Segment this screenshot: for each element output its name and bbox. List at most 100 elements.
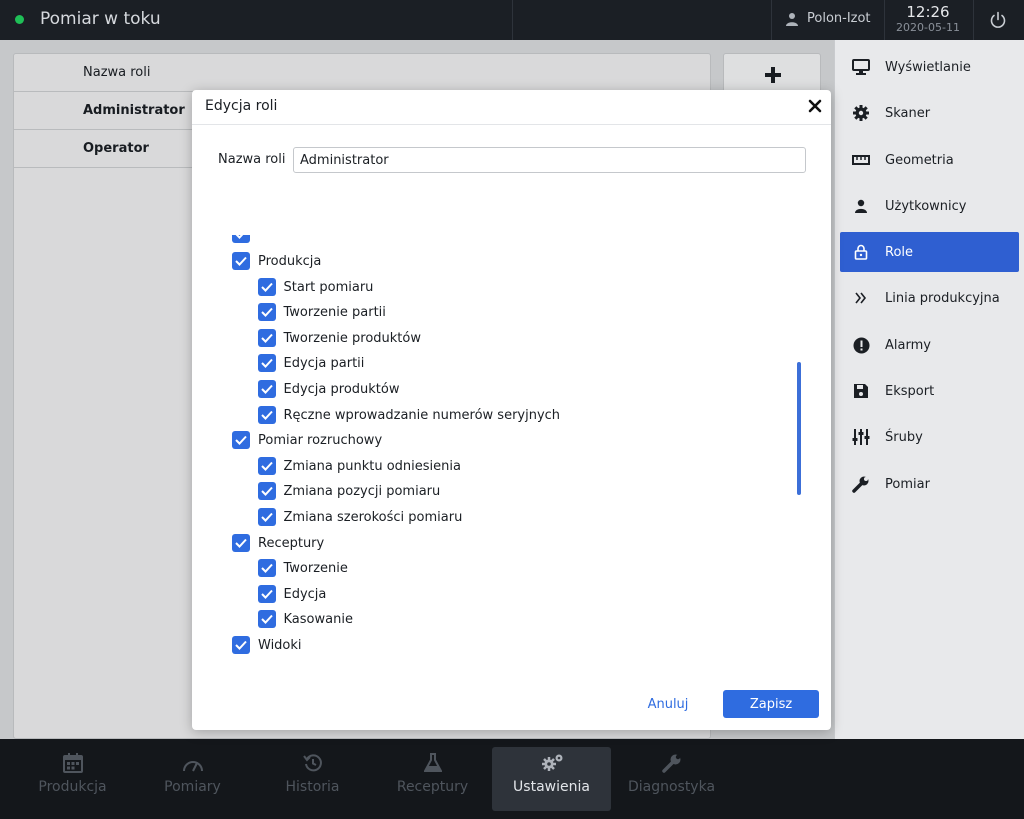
- checkbox-checked-icon[interactable]: [257, 303, 276, 321]
- sidebar-item-uzytkownicy[interactable]: Użytkownicy: [840, 186, 1019, 226]
- current-user[interactable]: Polon-Izot: [785, 11, 871, 26]
- permission-label: Kasowanie: [283, 611, 353, 627]
- permission-item[interactable]: Tworzenie produktów: [257, 328, 421, 348]
- save-button[interactable]: Zapisz: [723, 690, 819, 718]
- permission-item[interactable]: Tworzenie: [257, 558, 348, 578]
- permission-label: Zmiana pozycji pomiaru: [283, 483, 441, 499]
- nav-label: Receptury: [396, 779, 469, 795]
- permission-label: Zmiana punktu odniesienia: [283, 458, 461, 474]
- permission-group[interactable]: Pomiar rozruchowy: [232, 430, 382, 450]
- permission-item[interactable]: Edycja: [257, 584, 327, 604]
- checkbox-checked-icon[interactable]: [257, 482, 276, 500]
- permission-item[interactable]: Edycja partii: [257, 353, 365, 373]
- sidebar-item-skaner[interactable]: Skaner: [840, 93, 1019, 133]
- edit-role-dialog: Edycja roli Nazwa roli Produkcja Start po…: [192, 90, 831, 730]
- sidebar-item-label: Geometria: [885, 152, 954, 168]
- nav-pomiary[interactable]: Pomiary: [133, 747, 252, 811]
- sidebar-item-eksport[interactable]: Eksport: [840, 371, 1019, 411]
- top-bar: Pomiar w toku Polon-Izot 12:26 2020-05-1…: [0, 0, 1024, 40]
- permissions-tree[interactable]: Produkcja Start pomiaru Tworzenie partii Tw…: [232, 235, 802, 665]
- checkbox-checked-icon[interactable]: [257, 278, 276, 296]
- checkbox-checked-icon[interactable]: [257, 508, 276, 526]
- nav-produkcja[interactable]: Produkcja: [13, 747, 132, 811]
- nav-label: Produkcja: [38, 779, 107, 795]
- permission-group[interactable]: Widoki: [232, 635, 302, 655]
- cancel-button[interactable]: Anuluj: [630, 690, 706, 718]
- permission-label: Edycja produktów: [283, 381, 400, 397]
- alert-icon: [852, 336, 870, 354]
- permission-label: Zmiana szerokości pomiaru: [283, 509, 463, 525]
- sidebar-item-label: Skaner: [885, 105, 931, 121]
- nav-ustawienia[interactable]: Ustawienia: [492, 747, 611, 811]
- power-icon[interactable]: [988, 10, 1008, 30]
- nav-diagnostyka[interactable]: Diagnostyka: [612, 747, 731, 811]
- sidebar-item-role[interactable]: Role: [840, 232, 1019, 272]
- settings-sidebar: Wyświetlanie Skaner Geometria Użytkownic…: [834, 40, 1024, 739]
- checkbox-checked-icon[interactable]: [257, 610, 276, 628]
- sidebar-item-wyswietlanie[interactable]: Wyświetlanie: [840, 47, 1019, 87]
- nav-label: Historia: [285, 779, 340, 795]
- permission-item-clipped[interactable]: [232, 235, 250, 244]
- checkbox-checked-icon[interactable]: [257, 457, 276, 475]
- permission-item[interactable]: Start pomiaru: [257, 277, 374, 297]
- checkbox-checked-icon[interactable]: [232, 252, 250, 270]
- permission-item[interactable]: Zmiana pozycji pomiaru: [257, 481, 441, 501]
- checkbox-checked-icon[interactable]: [257, 329, 276, 347]
- bottom-navigation: Produkcja Pomiary Historia Receptury Ust…: [0, 739, 1024, 819]
- permission-label: Ręczne wprowadzanie numerów seryjnych: [283, 407, 561, 423]
- sidebar-item-pomiar[interactable]: Pomiar: [840, 464, 1019, 504]
- scrollbar[interactable]: [797, 362, 801, 495]
- sidebar-item-geometria[interactable]: Geometria: [840, 140, 1019, 180]
- topbar-divider: [771, 0, 772, 40]
- sidebar-item-label: Wyświetlanie: [885, 59, 971, 75]
- permission-group[interactable]: Produkcja: [232, 251, 321, 271]
- checkbox-checked-icon[interactable]: [232, 431, 250, 449]
- permission-label: Edycja: [283, 586, 327, 602]
- checkbox-checked-icon[interactable]: [257, 380, 276, 398]
- save-icon: [852, 382, 870, 400]
- permission-item[interactable]: Zmiana punktu odniesienia: [257, 456, 461, 476]
- sidebar-item-label: Pomiar: [885, 476, 930, 492]
- checkbox-checked-icon[interactable]: [257, 354, 276, 372]
- permission-item[interactable]: Edycja produktów: [257, 379, 400, 399]
- checkbox-checked-icon[interactable]: [257, 559, 276, 577]
- nav-receptury[interactable]: Receptury: [373, 747, 492, 811]
- close-icon[interactable]: [808, 99, 822, 113]
- permission-label: Start pomiaru: [283, 279, 374, 295]
- sidebar-item-alarmy[interactable]: Alarmy: [840, 325, 1019, 365]
- permission-item[interactable]: Tworzenie partii: [257, 302, 386, 322]
- clock: 12:26 2020-05-11: [884, 4, 972, 35]
- flask-icon: [423, 753, 442, 772]
- lock-icon: [852, 243, 870, 261]
- user-icon: [786, 12, 798, 26]
- nav-historia[interactable]: Historia: [253, 747, 372, 811]
- sidebar-item-label: Użytkownicy: [885, 198, 967, 214]
- permission-label: Tworzenie partii: [283, 304, 386, 320]
- permission-label: Tworzenie: [283, 560, 348, 576]
- sidebar-item-label: Linia produkcyjna: [885, 290, 1000, 306]
- sidebar-item-label: Eksport: [885, 383, 935, 399]
- checkbox-checked-icon[interactable]: [257, 406, 276, 424]
- sidebar-item-sruby[interactable]: Śruby: [840, 417, 1019, 457]
- permission-group[interactable]: Receptury: [232, 533, 324, 553]
- clock-time: 12:26: [906, 3, 950, 21]
- permission-label: Receptury: [258, 535, 325, 551]
- measurement-status: Pomiar w toku: [40, 9, 161, 29]
- sidebar-item-label: Alarmy: [885, 337, 931, 353]
- checkbox-checked-icon[interactable]: [257, 585, 276, 603]
- sidebar-item-linia-produkcyjna[interactable]: Linia produkcyjna: [840, 278, 1019, 318]
- nav-label: Diagnostyka: [627, 779, 716, 795]
- user-icon: [852, 197, 870, 215]
- checkbox-checked-icon[interactable]: [232, 636, 250, 654]
- permission-item[interactable]: Kasowanie: [257, 609, 353, 629]
- permission-item[interactable]: Zmiana szerokości pomiaru: [257, 507, 463, 527]
- dialog-title: Edycja roli: [205, 98, 278, 114]
- permission-label: Edycja partii: [283, 355, 365, 371]
- checkbox-checked-icon[interactable]: [232, 235, 250, 243]
- permission-item[interactable]: Ręczne wprowadzanie numerów seryjnych: [257, 405, 561, 425]
- checkbox-checked-icon[interactable]: [232, 534, 250, 552]
- gear-icon: [852, 104, 870, 122]
- sidebar-item-label: Role: [885, 244, 914, 260]
- wrench-icon: [852, 475, 870, 493]
- role-name-input[interactable]: [293, 147, 806, 173]
